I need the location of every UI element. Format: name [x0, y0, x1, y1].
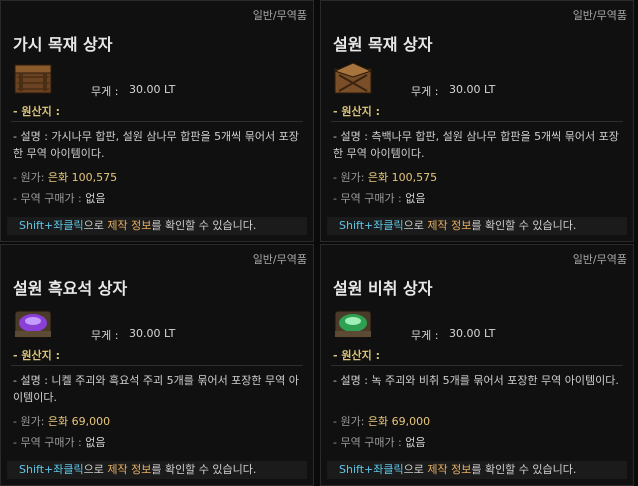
trade-price-label: - 무역 구매가 :	[13, 436, 82, 449]
weight-value: 30.00 LT	[449, 83, 496, 96]
item-category: 일반/무역품	[252, 9, 307, 22]
divider	[331, 365, 623, 366]
wooden-crate-icon	[14, 64, 52, 94]
price-value: 은화 69,000	[47, 415, 111, 428]
item-tooltip-2: 일반/무역품 설원 목재 상자 무게 : 30.00 LT - 원산지 : - …	[320, 0, 634, 242]
price-value: 은화 69,000	[367, 415, 431, 428]
footer-craft-info: 제작 정보	[107, 463, 152, 476]
trade-price-label: - 무역 구매가 :	[333, 192, 402, 205]
footer-text-b: 를 확인할 수 있습니다.	[151, 219, 257, 232]
origin-label: - 원산지 :	[13, 105, 60, 118]
weight-value: 30.00 LT	[449, 327, 496, 340]
price-label: - 원가:	[333, 415, 365, 428]
trade-price-row: - 무역 구매가 : 없음	[13, 434, 106, 450]
weight-label: 무게 :	[411, 85, 439, 98]
origin-label: - 원산지 :	[333, 349, 380, 362]
footer-craft-info: 제작 정보	[107, 219, 152, 232]
jade-chest-icon	[334, 310, 372, 338]
item-description: - 설명 : 측백나무 합판, 설원 삼나무 합판을 5개씩 묶어서 포장한 무…	[333, 130, 619, 160]
footer-text-a: 으로	[83, 463, 108, 476]
footer-hint: Shift+좌클릭으로 제작 정보를 확인할 수 있습니다.	[7, 217, 307, 235]
item-description: - 설명 : 가시나무 합판, 설원 삼나무 합판을 5개씩 묶어서 포장한 무…	[13, 130, 299, 160]
weight-label: 무게 :	[91, 329, 119, 342]
weight-value: 30.00 LT	[129, 327, 176, 340]
trade-price-value: 없음	[405, 436, 426, 449]
origin-label: - 원산지 :	[333, 105, 380, 118]
trade-price-label: - 무역 구매가 :	[13, 192, 82, 205]
footer-craft-info: 제작 정보	[427, 463, 472, 476]
weight-label: 무게 :	[411, 329, 439, 342]
item-title: 가시 목재 상자	[13, 35, 113, 54]
item-title: 설원 흑요석 상자	[13, 279, 128, 298]
price-row: - 원가: 은화 69,000	[13, 413, 110, 429]
footer-text-a: 으로	[403, 463, 428, 476]
price-row: - 원가: 은화 69,000	[333, 413, 430, 429]
weight-label: 무게 :	[91, 85, 119, 98]
item-category: 일반/무역품	[572, 253, 627, 266]
footer-shortcut: Shift+좌클릭	[19, 463, 84, 476]
footer-hint: Shift+좌클릭으로 제작 정보를 확인할 수 있습니다.	[7, 461, 307, 479]
trade-price-row: - 무역 구매가 : 없음	[13, 190, 106, 206]
footer-hint: Shift+좌클릭으로 제작 정보를 확인할 수 있습니다.	[327, 217, 627, 235]
trade-price-label: - 무역 구매가 :	[333, 436, 402, 449]
footer-text-b: 를 확인할 수 있습니다.	[471, 219, 577, 232]
obsidian-chest-icon	[14, 310, 52, 338]
price-row: - 원가: 은화 100,575	[333, 169, 437, 185]
origin-label: - 원산지 :	[13, 349, 60, 362]
divider	[11, 121, 303, 122]
trade-price-value: 없음	[405, 192, 426, 205]
item-category: 일반/무역품	[572, 9, 627, 22]
trade-price-row: - 무역 구매가 : 없음	[333, 190, 426, 206]
footer-shortcut: Shift+좌클릭	[339, 219, 404, 232]
item-title: 설원 목재 상자	[333, 35, 433, 54]
wooden-crate-icon	[333, 62, 373, 94]
footer-hint: Shift+좌클릭으로 제작 정보를 확인할 수 있습니다.	[327, 461, 627, 479]
weight-value: 30.00 LT	[129, 83, 176, 96]
price-row: - 원가: 은화 100,575	[13, 169, 117, 185]
footer-craft-info: 제작 정보	[427, 219, 472, 232]
item-description: - 설명 : 녹 주괴와 비취 5개를 묶어서 포장한 무역 아이템이다.	[333, 374, 619, 387]
item-tooltip-4: 일반/무역품 설원 비취 상자 무게 : 30.00 LT - 원산지 : - …	[320, 244, 634, 486]
price-value: 은화 100,575	[47, 171, 118, 184]
item-tooltip-1: 일반/무역품 가시 목재 상자 무게 : 30.00 LT - 원산지 : - …	[0, 0, 314, 242]
trade-price-value: 없음	[85, 436, 106, 449]
footer-text-a: 으로	[403, 219, 428, 232]
trade-price-row: - 무역 구매가 : 없음	[333, 434, 426, 450]
price-label: - 원가:	[13, 415, 45, 428]
footer-text-b: 를 확인할 수 있습니다.	[471, 463, 577, 476]
divider	[11, 365, 303, 366]
price-value: 은화 100,575	[367, 171, 438, 184]
item-category: 일반/무역품	[252, 253, 307, 266]
item-title: 설원 비취 상자	[333, 279, 433, 298]
item-description: - 설명 : 니켈 주괴와 흑요석 주괴 5개를 묶어서 포장한 무역 아이템이…	[13, 374, 299, 404]
footer-text-a: 으로	[83, 219, 108, 232]
footer-shortcut: Shift+좌클릭	[19, 219, 84, 232]
footer-shortcut: Shift+좌클릭	[339, 463, 404, 476]
price-label: - 원가:	[13, 171, 45, 184]
trade-price-value: 없음	[85, 192, 106, 205]
divider	[331, 121, 623, 122]
item-tooltip-3: 일반/무역품 설원 흑요석 상자 무게 : 30.00 LT - 원산지 : -…	[0, 244, 314, 486]
footer-text-b: 를 확인할 수 있습니다.	[151, 463, 257, 476]
price-label: - 원가:	[333, 171, 365, 184]
